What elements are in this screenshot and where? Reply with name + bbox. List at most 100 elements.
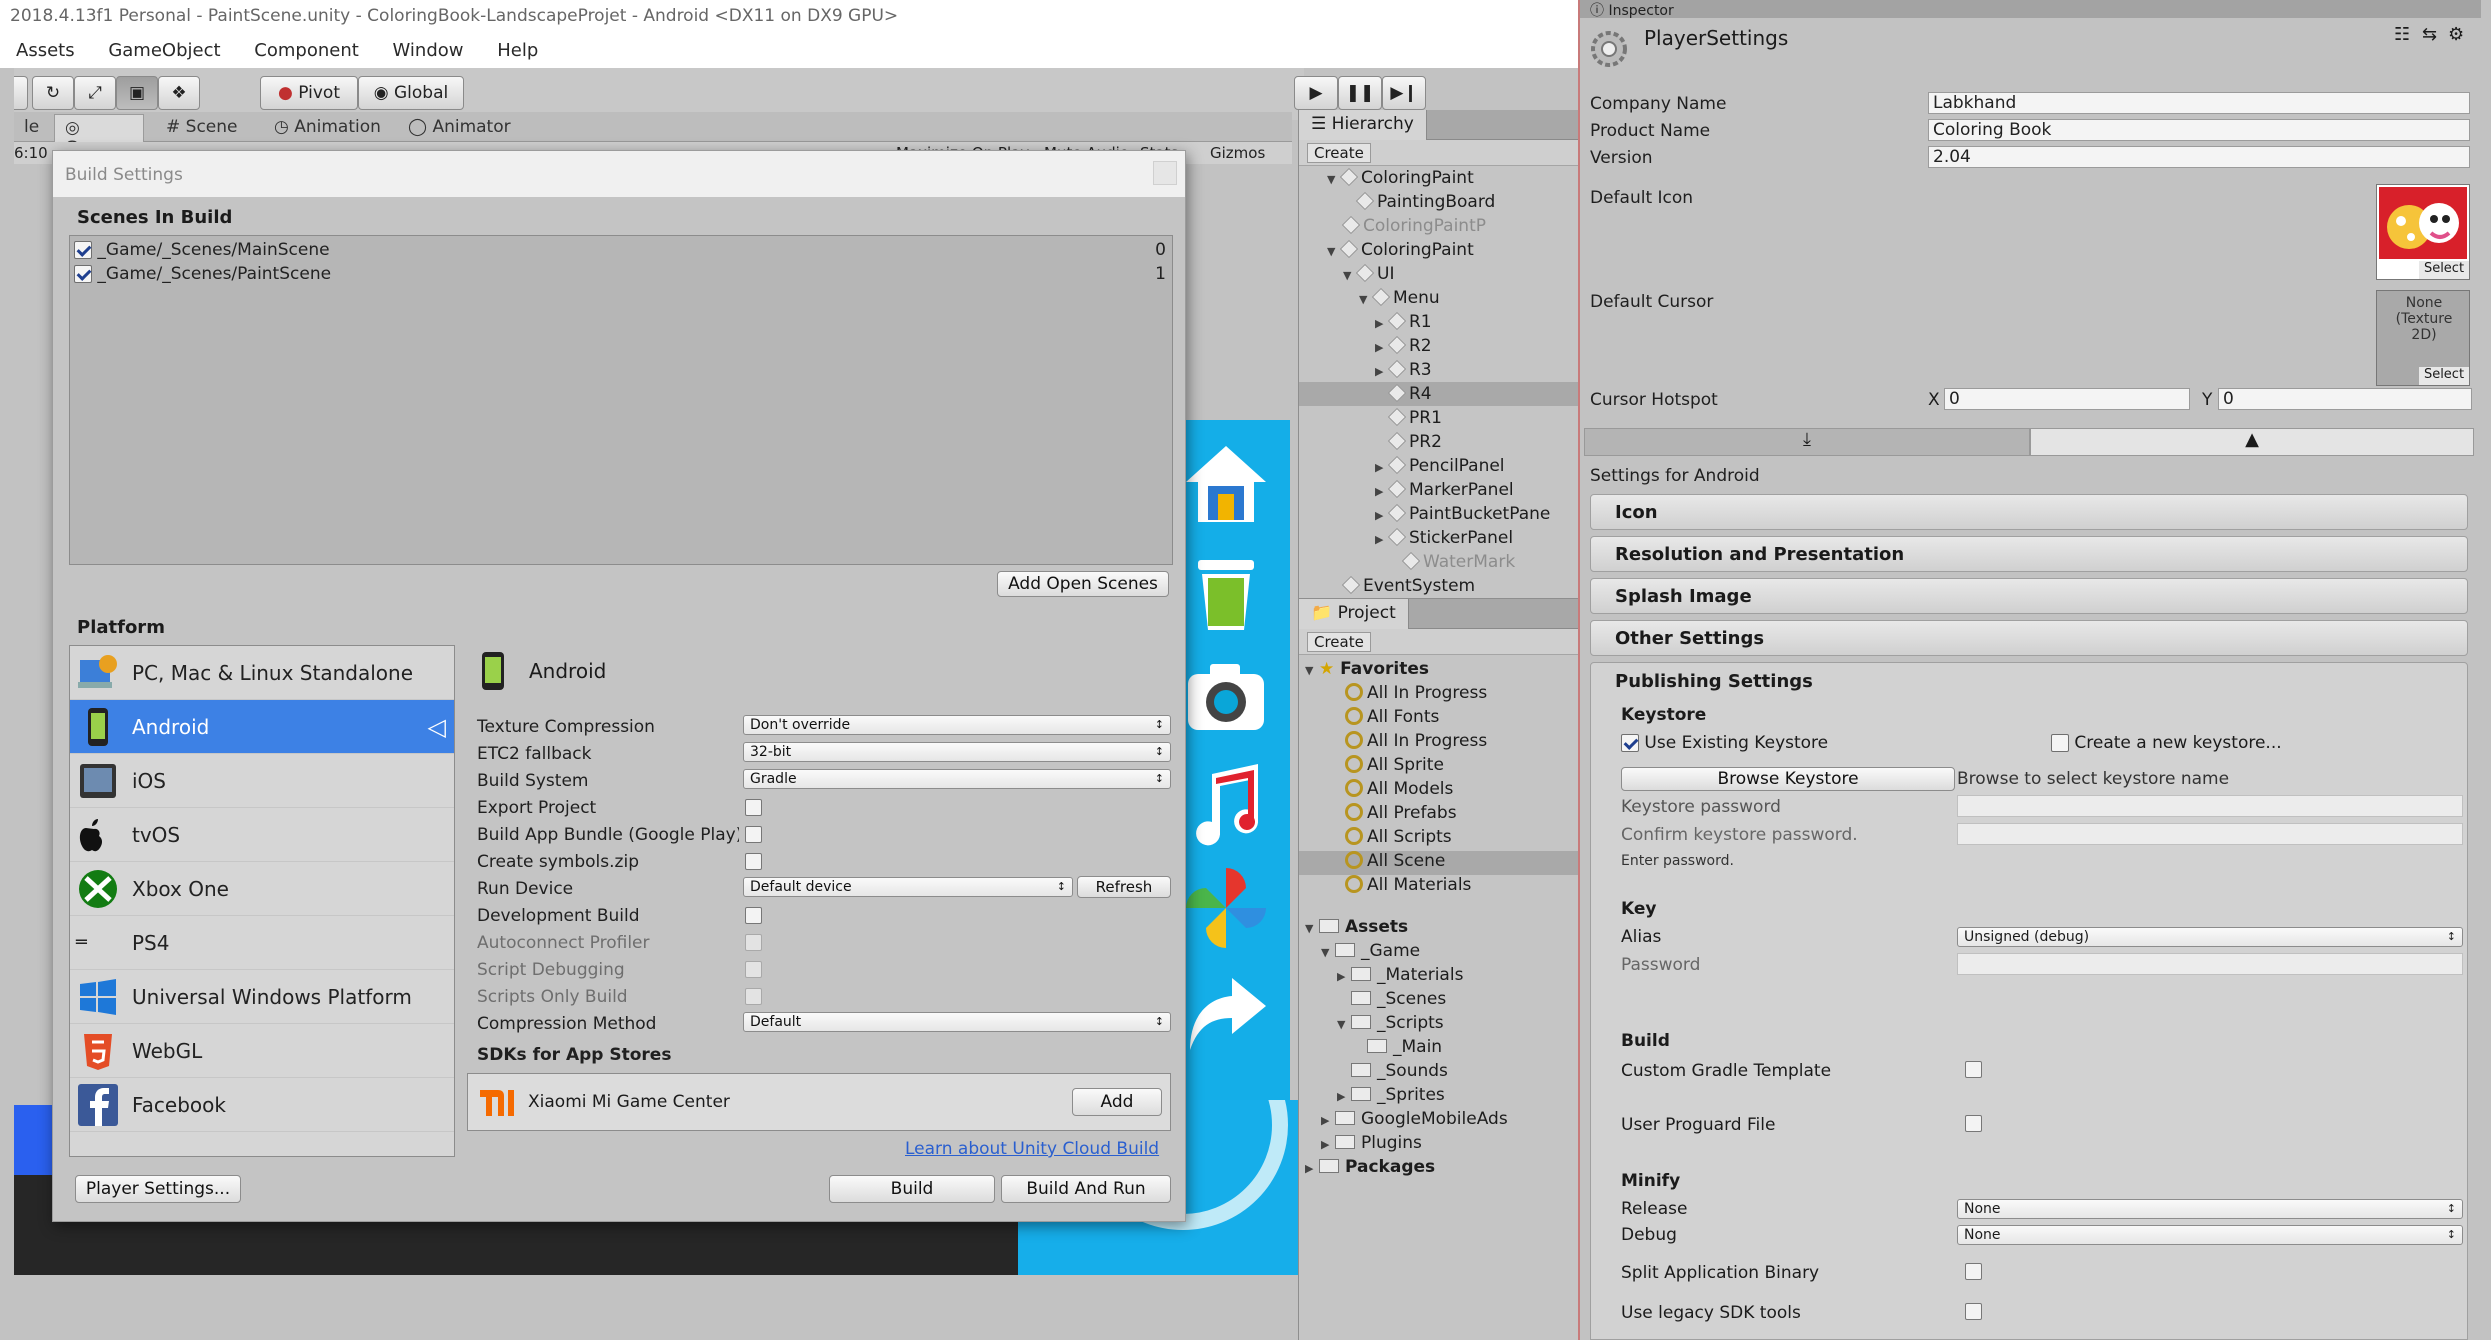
tab-android-platform[interactable]: ▲: [2030, 428, 2474, 456]
favorite-item[interactable]: All Scripts: [1345, 827, 1452, 851]
select-cursor-button[interactable]: Select: [2419, 367, 2469, 385]
section-resolution[interactable]: Resolution and Presentation: [1590, 536, 2468, 572]
platform-item-ios[interactable]: iOS: [70, 754, 454, 808]
build-system-dropdown[interactable]: Gradle: [743, 769, 1171, 789]
key-password-field[interactable]: [1957, 953, 2463, 975]
hand-tool-button[interactable]: [14, 76, 28, 110]
hierarchy-item[interactable]: ▼ Menu: [1359, 287, 1440, 312]
menu-gameobject[interactable]: GameObject: [108, 40, 220, 61]
help-icon[interactable]: ☷: [2394, 24, 2410, 45]
add-open-scenes-button[interactable]: Add Open Scenes: [997, 571, 1169, 597]
expand-arrow-icon[interactable]: ▼: [1359, 293, 1373, 306]
scene-include-checkbox[interactable]: [74, 265, 92, 283]
scene-row[interactable]: _Game/_Scenes/PaintScene 1: [74, 264, 1168, 288]
favorite-item[interactable]: All Materials: [1345, 875, 1471, 899]
menu-component[interactable]: Component: [254, 40, 359, 61]
expand-arrow-icon[interactable]: ▼: [1305, 664, 1319, 677]
cloud-build-link[interactable]: Learn about Unity Cloud Build: [905, 1139, 1159, 1159]
export-project-checkbox[interactable]: [745, 799, 762, 816]
run-device-dropdown[interactable]: Default device: [743, 877, 1073, 897]
hierarchy-item[interactable]: ▼ ColoringPaint: [1327, 239, 1474, 264]
custom-gradle-checkbox[interactable]: [1965, 1061, 1982, 1078]
use-existing-keystore[interactable]: Use Existing Keystore: [1621, 733, 1828, 753]
platform-item-ps4[interactable]: ═ PS4: [70, 916, 454, 970]
hierarchy-item[interactable]: R4: [1387, 383, 1432, 408]
release-dropdown[interactable]: None: [1957, 1199, 2463, 1219]
menu-window[interactable]: Window: [393, 40, 464, 61]
debug-dropdown[interactable]: None: [1957, 1225, 2463, 1245]
hierarchy-item[interactable]: ▶ R2: [1375, 335, 1432, 360]
hotspot-x-field[interactable]: 0: [1944, 388, 2190, 410]
asset-folder[interactable]: ▶ GoogleMobileAds: [1321, 1109, 1508, 1133]
transform-tool-button[interactable]: ❖: [158, 76, 200, 110]
global-toggle[interactable]: ◉ Global: [358, 76, 464, 110]
asset-folder[interactable]: ▶ Plugins: [1321, 1133, 1422, 1157]
settings-gear-icon[interactable]: ⚙: [2448, 24, 2464, 45]
expand-arrow-icon[interactable]: ▼: [1337, 1018, 1351, 1031]
hierarchy-item[interactable]: ▶ PaintBucketPane: [1375, 503, 1550, 528]
user-proguard-checkbox[interactable]: [1965, 1115, 1982, 1132]
version-field[interactable]: 2.04: [1928, 146, 2470, 168]
asset-folder[interactable]: _Main: [1367, 1037, 1442, 1061]
scale-tool-button[interactable]: ⤢: [74, 76, 116, 110]
favorite-item[interactable]: All Sprite: [1345, 755, 1444, 779]
aspect-ratio[interactable]: 6:10: [14, 144, 48, 162]
expand-arrow-icon[interactable]: ▼: [1327, 173, 1341, 186]
collapse-arrow-icon[interactable]: ▶: [1337, 1090, 1351, 1103]
tab-inspector[interactable]: ⓘ Inspector: [1580, 0, 2481, 19]
player-settings-button[interactable]: Player Settings...: [75, 1175, 241, 1203]
asset-folder[interactable]: ▶ _Materials: [1337, 965, 1463, 989]
platform-item-uwp[interactable]: Universal Windows Platform: [70, 970, 454, 1024]
play-button[interactable]: ▶: [1294, 76, 1338, 110]
use-existing-keystore-checkbox[interactable]: [1621, 734, 1639, 752]
collapse-arrow-icon[interactable]: ▶: [1375, 317, 1389, 330]
default-icon-slot[interactable]: Select: [2376, 184, 2470, 280]
favorite-item[interactable]: All Fonts: [1345, 707, 1439, 731]
tab-standalone-platform[interactable]: ⤓: [1584, 428, 2030, 456]
collapse-arrow-icon[interactable]: ▶: [1375, 509, 1389, 522]
etc2-fallback-dropdown[interactable]: 32-bit: [743, 742, 1171, 762]
collapse-arrow-icon[interactable]: ▶: [1375, 533, 1389, 546]
platform-item-facebook[interactable]: Facebook: [70, 1078, 454, 1132]
default-cursor-slot[interactable]: None (Texture 2D) Select: [2376, 290, 2470, 386]
asset-folder[interactable]: _Scenes: [1351, 989, 1446, 1013]
legacy-sdk-checkbox[interactable]: [1965, 1303, 1982, 1320]
expand-arrow-icon[interactable]: ▼: [1327, 245, 1341, 258]
favorite-item[interactable]: All Models: [1345, 779, 1453, 803]
hierarchy-item[interactable]: ▶ R3: [1375, 359, 1432, 384]
product-name-field[interactable]: Coloring Book: [1928, 119, 2470, 141]
favorites-header[interactable]: ▼ ★ Favorites: [1305, 659, 1429, 683]
hierarchy-create-button[interactable]: Create: [1307, 143, 1371, 163]
select-icon-button[interactable]: Select: [2419, 261, 2469, 279]
asset-folder[interactable]: ▼ _Scripts: [1337, 1013, 1444, 1037]
platform-item-webgl[interactable]: WebGL: [70, 1024, 454, 1078]
alias-dropdown[interactable]: Unsigned (debug): [1957, 927, 2463, 947]
hierarchy-item[interactable]: ▶ MarkerPanel: [1375, 479, 1514, 504]
development-build-checkbox[interactable]: [745, 907, 762, 924]
tab-game[interactable]: ◎ Game: [54, 114, 144, 158]
collapse-arrow-icon[interactable]: ▶: [1375, 341, 1389, 354]
expand-arrow-icon[interactable]: ▼: [1305, 922, 1319, 935]
compression-method-dropdown[interactable]: Default: [743, 1012, 1171, 1032]
packages-header[interactable]: ▶ Packages: [1305, 1157, 1435, 1181]
collapse-arrow-icon[interactable]: ▶: [1375, 485, 1389, 498]
assets-header[interactable]: ▼ Assets: [1305, 917, 1408, 941]
texture-compression-dropdown[interactable]: Don't override: [743, 715, 1171, 735]
create-new-keystore[interactable]: Create a new keystore...: [2051, 733, 2282, 753]
tab-animator[interactable]: ◯ Animator: [398, 114, 521, 142]
hierarchy-item[interactable]: ▶ StickerPanel: [1375, 527, 1513, 552]
section-other-settings[interactable]: Other Settings: [1590, 620, 2468, 656]
collapse-arrow-icon[interactable]: ▶: [1321, 1138, 1335, 1151]
build-app-bundle-checkbox[interactable]: [745, 826, 762, 843]
browse-keystore-button[interactable]: Browse Keystore: [1621, 767, 1955, 791]
hierarchy-item[interactable]: PR2: [1387, 431, 1442, 456]
hierarchy-item[interactable]: PR1: [1387, 407, 1442, 432]
pivot-toggle[interactable]: ● Pivot: [260, 76, 358, 110]
favorite-item[interactable]: All In Progress: [1345, 683, 1487, 707]
platform-item-xbox[interactable]: Xbox One: [70, 862, 454, 916]
create-symbols-checkbox[interactable]: [745, 853, 762, 870]
platform-item-tvos[interactable]: tvOS: [70, 808, 454, 862]
collapse-arrow-icon[interactable]: ▶: [1321, 1114, 1335, 1127]
confirm-password-field[interactable]: [1957, 823, 2463, 845]
build-button[interactable]: Build: [829, 1175, 995, 1203]
